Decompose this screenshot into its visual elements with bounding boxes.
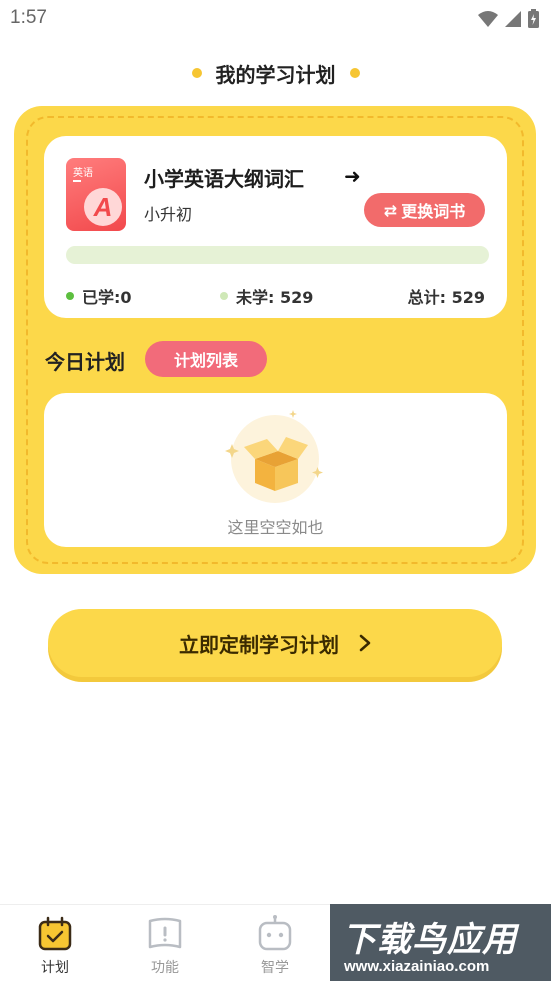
status-icons xyxy=(478,9,539,28)
robot-icon xyxy=(258,915,292,951)
tab-smart-learn-label: 智学 xyxy=(261,960,289,976)
tab-plan-label: 计划 xyxy=(41,960,69,976)
cover-letter: A xyxy=(84,188,122,226)
page-header: 我的学习计划 xyxy=(0,58,551,88)
empty-text: 这里空空如也 xyxy=(227,518,324,537)
book-icon xyxy=(148,917,182,949)
tab-plan[interactable]: 计划 xyxy=(0,905,110,982)
tab-features[interactable]: 功能 xyxy=(110,905,220,982)
today-plan-label: 今日计划 xyxy=(45,350,125,374)
tab-smart-learn[interactable]: 智学 xyxy=(220,905,330,982)
battery-icon xyxy=(528,9,539,28)
book-title[interactable]: 小学英语大纲词汇 xyxy=(144,163,304,192)
stat-unlearned-text: 未学: 529 xyxy=(236,288,314,307)
cover-dash xyxy=(73,180,81,182)
unlearned-dot xyxy=(220,292,228,300)
empty-box-icon xyxy=(225,410,323,503)
cover-label: 英语 xyxy=(73,168,93,179)
wifi-icon xyxy=(478,10,498,27)
watermark: 下载鸟应用 www.xiazainiao.com xyxy=(330,904,551,981)
learned-dot xyxy=(66,292,74,300)
create-plan-button[interactable]: 立即定制学习计划 xyxy=(48,609,502,677)
progress-bar xyxy=(66,246,489,264)
today-plan-card: 这里空空如也 xyxy=(44,393,507,547)
book-cover: 英语 A xyxy=(66,158,126,231)
stat-learned: 已学:0 xyxy=(66,284,132,308)
signal-icon xyxy=(505,10,521,27)
switch-book-label: 更换词书 xyxy=(401,202,466,221)
title-dot-left xyxy=(191,68,202,78)
status-bar: 1:57 xyxy=(0,0,551,38)
watermark-url: www.xiazainiao.com xyxy=(344,958,490,975)
switch-book-button[interactable]: ⇄ 更换词书 xyxy=(364,193,485,227)
swap-icon: ⇄ xyxy=(383,200,398,220)
watermark-main: 下载鸟应用 xyxy=(342,920,517,960)
stat-total-text: 总计: 529 xyxy=(407,288,485,307)
title-dot-right xyxy=(349,68,360,78)
book-subtitle: 小升初 xyxy=(144,205,193,224)
chevron-right-icon xyxy=(359,634,371,652)
arrow-right-icon[interactable]: ➜ xyxy=(344,164,361,188)
book-card[interactable]: 英语 A 小学英语大纲词汇 ➜ 小升初 ⇄ 更换词书 已学:0 未学: 529 … xyxy=(44,136,507,318)
stat-total: 总计: 529 xyxy=(408,284,485,308)
stat-unlearned: 未学: 529 xyxy=(220,284,313,308)
tab-features-label: 功能 xyxy=(151,960,179,976)
stat-learned-text: 已学:0 xyxy=(82,288,132,307)
page-title: 我的学习计划 xyxy=(215,62,336,87)
plan-list-button[interactable]: 计划列表 xyxy=(145,341,267,377)
status-time: 1:57 xyxy=(10,7,47,28)
create-plan-label: 立即定制学习计划 xyxy=(179,632,339,657)
calendar-icon xyxy=(38,916,72,951)
